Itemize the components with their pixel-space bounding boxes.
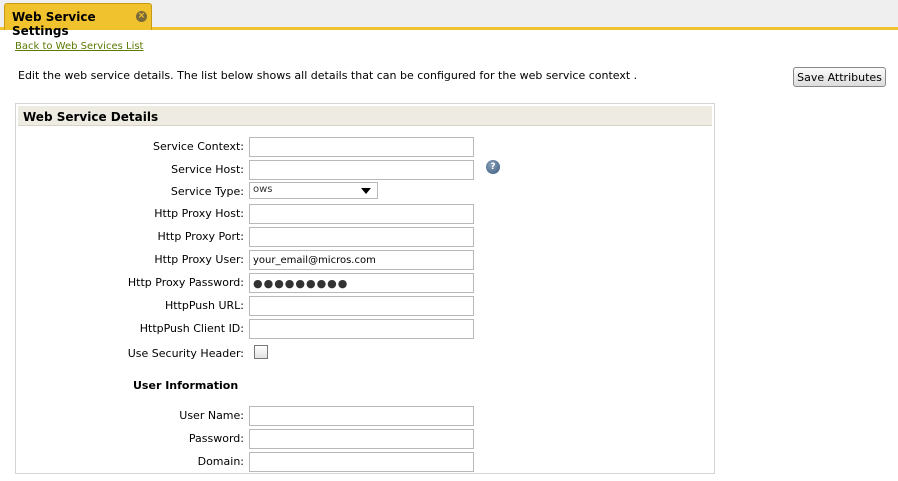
tab-label: Web Service Settings — [12, 10, 96, 38]
save-attributes-button[interactable]: Save Attributes — [793, 67, 886, 87]
password-input[interactable] — [249, 429, 474, 449]
domain-label: Domain: — [197, 455, 244, 468]
domain-input[interactable] — [249, 452, 474, 472]
service-type-value: ows — [253, 184, 273, 195]
http-proxy-port-label: Http Proxy Port: — [157, 230, 244, 243]
http-proxy-port-input[interactable] — [249, 227, 474, 247]
user-name-label: User Name: — [179, 409, 244, 422]
service-context-input[interactable] — [249, 137, 474, 157]
http-proxy-host-label: Http Proxy Host: — [154, 207, 244, 220]
service-type-label: Service Type: — [170, 185, 244, 198]
intro-text: Edit the web service details. The list b… — [18, 69, 638, 82]
http-proxy-user-label: Http Proxy User: — [154, 253, 244, 266]
back-to-web-services-link[interactable]: Back to Web Services List — [15, 41, 143, 52]
chevron-down-icon — [361, 188, 371, 194]
http-proxy-user-input[interactable] — [249, 250, 474, 270]
use-security-header-label: Use Security Header: — [127, 347, 244, 360]
panel-title: Web Service Details — [18, 106, 712, 126]
tab-web-service-settings[interactable]: Web Service Settings × — [4, 3, 152, 38]
close-icon[interactable]: × — [136, 11, 147, 22]
service-host-label: Service Host: — [171, 163, 244, 176]
http-proxy-password-input[interactable] — [249, 273, 474, 293]
use-security-header-checkbox[interactable] — [254, 345, 268, 359]
httppush-url-label: HttpPush URL: — [164, 299, 244, 312]
user-name-input[interactable] — [249, 406, 474, 426]
service-context-label: Service Context: — [153, 140, 244, 153]
httppush-client-id-input[interactable] — [249, 319, 474, 339]
user-information-heading: User Information — [133, 379, 239, 392]
http-proxy-password-label: Http Proxy Password: — [127, 276, 244, 289]
http-proxy-host-input[interactable] — [249, 204, 474, 224]
service-host-input[interactable] — [249, 160, 474, 180]
service-type-select[interactable]: ows — [249, 182, 378, 199]
httppush-url-input[interactable] — [249, 296, 474, 316]
tab-bar: Web Service Settings × — [0, 0, 898, 38]
httppush-client-id-label: HttpPush Client ID: — [139, 322, 244, 335]
password-label: Password: — [188, 432, 244, 445]
help-icon[interactable]: ? — [486, 160, 500, 174]
